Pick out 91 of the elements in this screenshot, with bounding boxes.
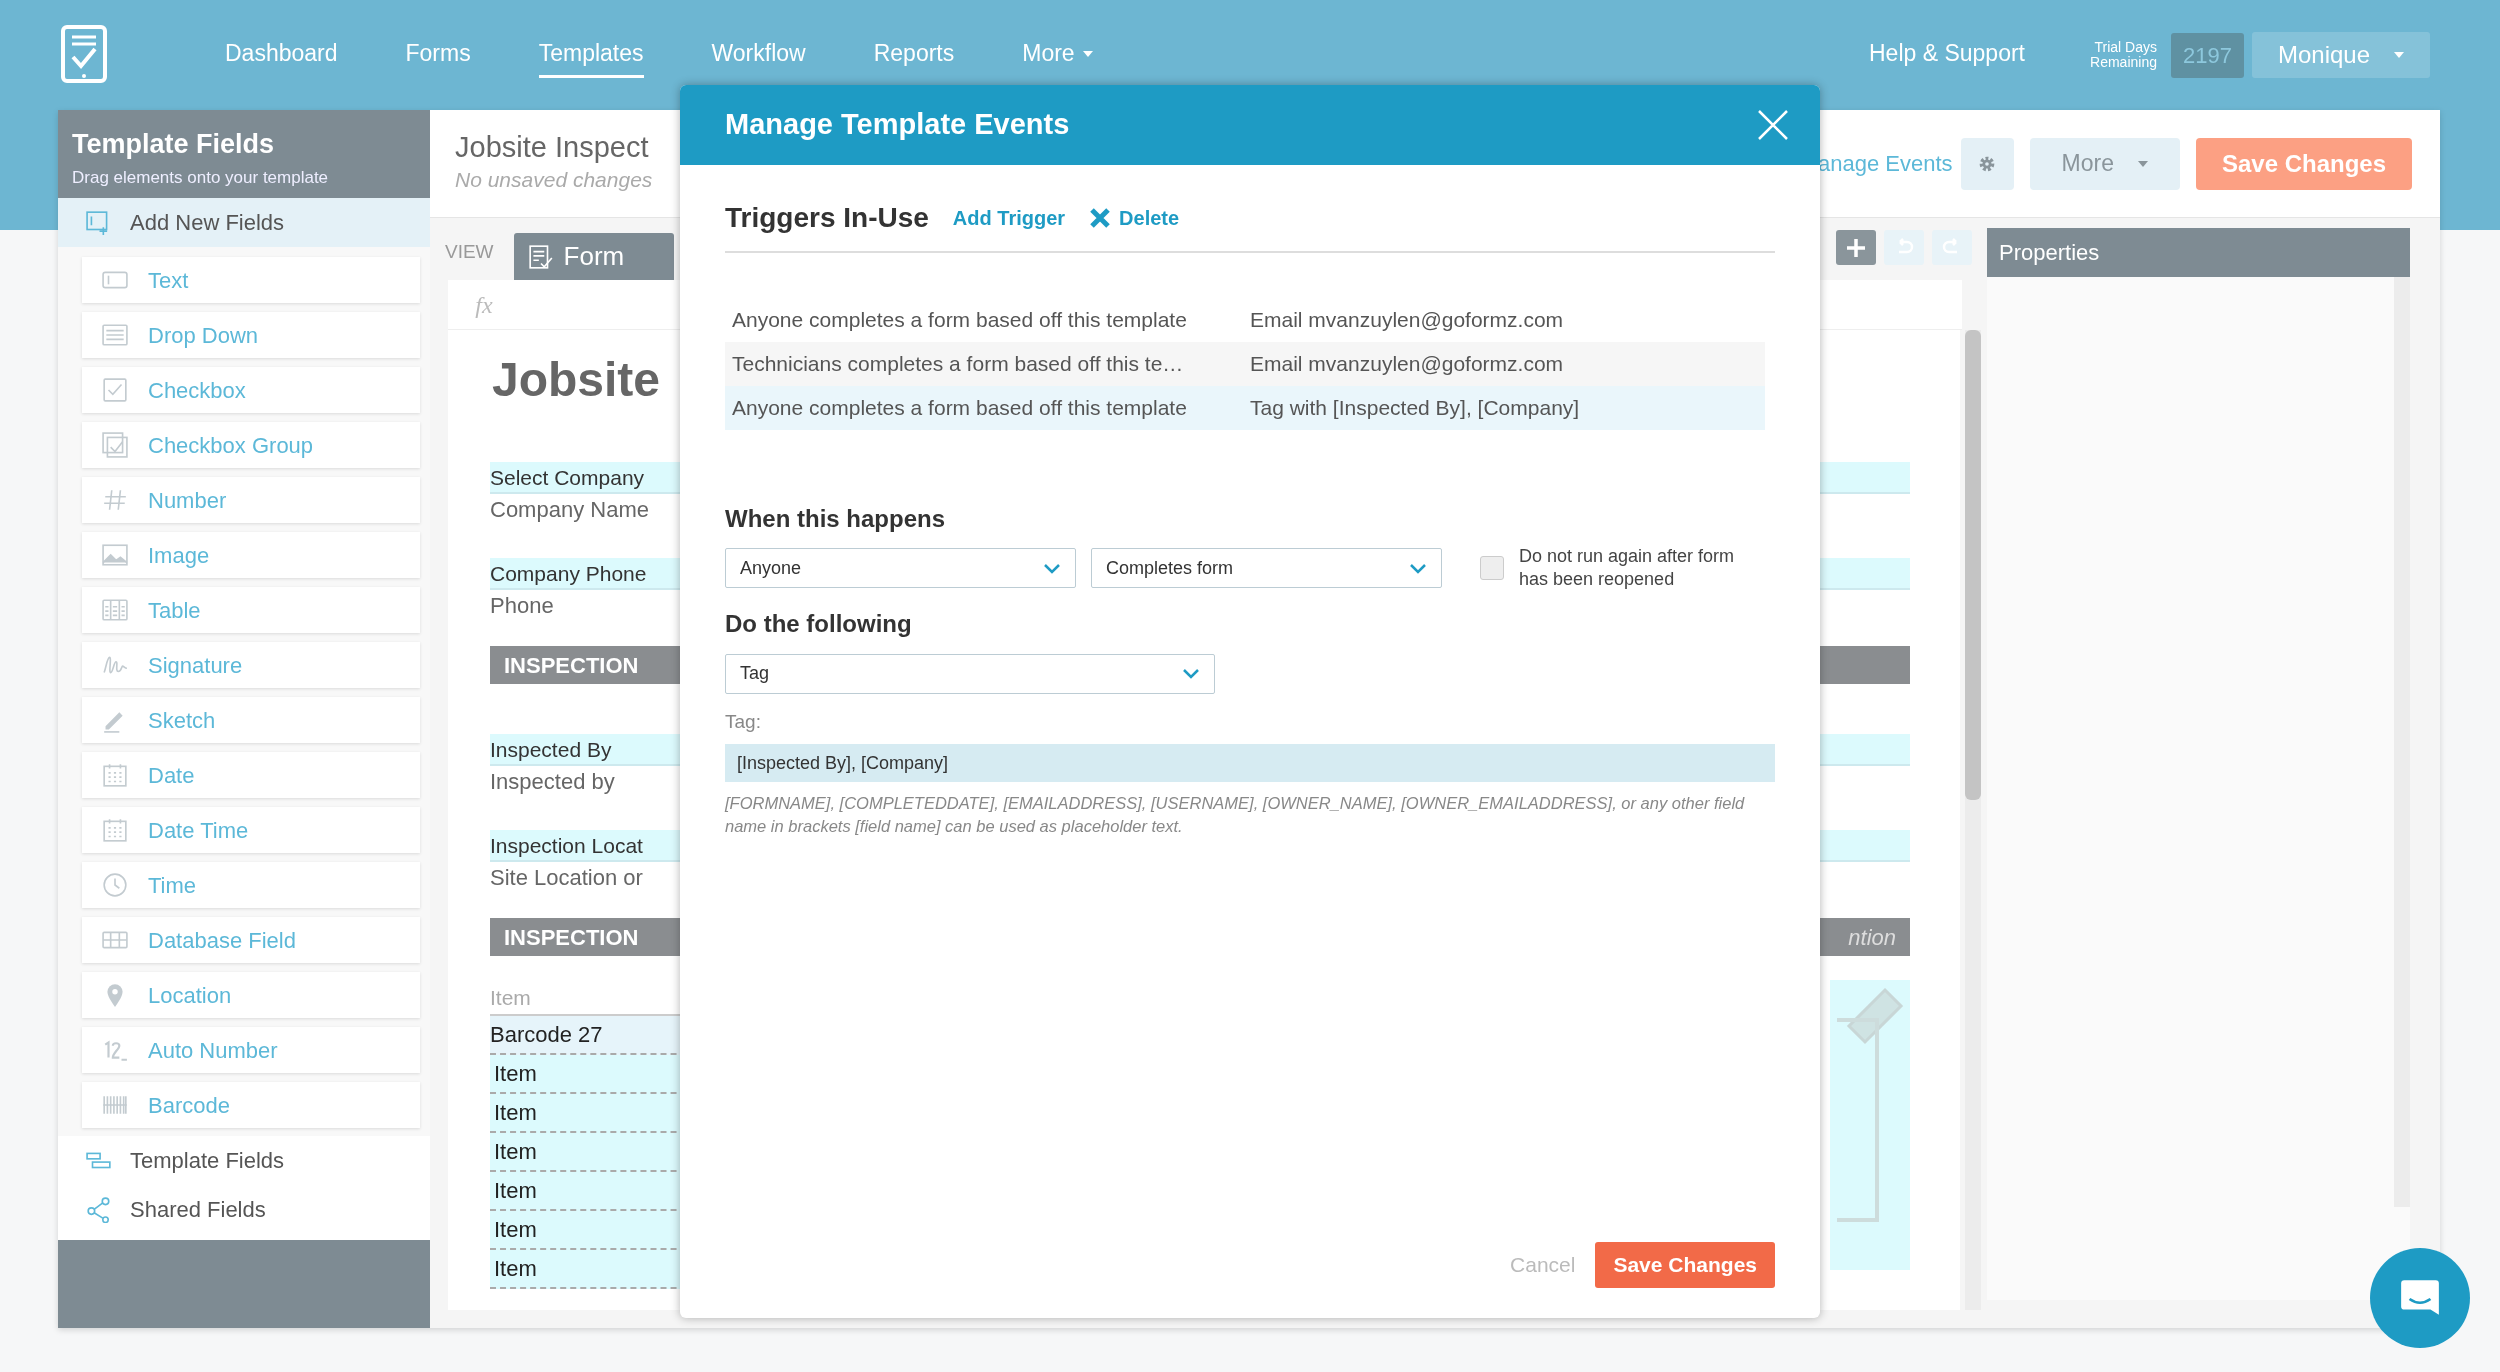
- user-menu-button[interactable]: Monique: [2251, 32, 2430, 78]
- save-status: No unsaved changes: [455, 166, 653, 193]
- section-header[interactable]: Add New Fields: [58, 198, 430, 247]
- trigger-row[interactable]: Anyone completes a form based off this template Email mvanzuylen@goformz.com: [725, 298, 1765, 342]
- help-text: [FORMNAME], [COMPLETEDDATE], [EMAILADDRESS], [USERNAME], [OWNER_NAME], [OWNER_EMAILADDRESS], or any other field name in brackets [field name] can be used as placeholder text.: [725, 793, 1746, 837]
- nav-link[interactable]: Reports: [873, 32, 955, 78]
- trial-label: Trial Days Remaining: [2089, 39, 2157, 71]
- section-title: When this happens: [725, 504, 946, 534]
- field-tile[interactable]: Location: [82, 972, 420, 1018]
- add-trigger-link[interactable]: Add Trigger: [952, 203, 1066, 233]
- dropdown[interactable]: Tag: [725, 653, 1215, 694]
- trigger-condition: Anyone completes a form based off this template: [732, 395, 1188, 422]
- field-tile[interactable]: Sketch: [82, 697, 420, 743]
- hint-text: Site Location or: [490, 865, 643, 890]
- field-tile[interactable]: Number: [82, 477, 420, 523]
- field-tile[interactable]: Date: [82, 752, 420, 798]
- dropdown[interactable]: Anyone: [725, 548, 1076, 589]
- caret-icon: [1082, 50, 1093, 57]
- nav-link[interactable]: Workflow: [711, 32, 806, 78]
- close-icon: [1756, 108, 1790, 142]
- field-tile[interactable]: Auto Number: [82, 1027, 420, 1073]
- more-button[interactable]: More: [2029, 137, 2180, 190]
- section-title: Triggers In-Use: [725, 201, 929, 235]
- trigger-row[interactable]: Technicians completes a form based off this te… Email mvanzuylen@goformz.com: [725, 342, 1765, 386]
- hint-text: Company Name: [490, 497, 649, 522]
- chevron-icon: [1043, 561, 1061, 575]
- checkbox-label: Do not run again after form has been reopened: [1519, 545, 1736, 592]
- properties-header: Properties: [1987, 228, 2410, 277]
- tag-input-field[interactable]: [Inspected By], [Company]: [725, 744, 1775, 783]
- sidebar-title: Template Fields: [71, 128, 276, 161]
- trial-days-badge: 2197: [2171, 32, 2244, 78]
- trigger-action: Email mvanzuylen@goformz.com: [1249, 351, 1564, 378]
- section-note: ntion: [1848, 923, 1896, 952]
- form-heading: Jobsite: [492, 353, 661, 406]
- field-tile[interactable]: Checkbox Group: [82, 422, 420, 468]
- field-tile[interactable]: Date Time: [82, 807, 420, 853]
- field-tile[interactable]: Checkbox: [82, 367, 420, 413]
- field-label: Company Phone: [490, 562, 647, 585]
- trigger-action: Email mvanzuylen@goformz.com: [1249, 307, 1564, 334]
- add-button[interactable]: [1836, 230, 1876, 265]
- sidebar-subtitle: Drag elements onto your template: [71, 166, 330, 189]
- more-menu[interactable]: More: [1022, 32, 1093, 78]
- chevron-icon: [1182, 667, 1200, 681]
- section-title: INSPECTION: [504, 923, 639, 952]
- dropdown[interactable]: Completes form: [1091, 548, 1442, 589]
- chevron-icon: [1409, 561, 1427, 575]
- logo-icon: [60, 25, 108, 85]
- field-label: Select Company: [490, 466, 645, 489]
- caret-icon: [2137, 160, 2148, 167]
- form-view-tab[interactable]: Form: [513, 233, 674, 280]
- field-tile[interactable]: Image: [82, 532, 420, 578]
- field-tile[interactable]: Barcode: [82, 1082, 420, 1128]
- form-icon: [527, 243, 554, 270]
- template-title: Jobsite Inspect: [455, 131, 650, 164]
- field-tile[interactable]: Table: [82, 587, 420, 633]
- checkbox[interactable]: [1480, 556, 1504, 581]
- trigger-action: Tag with [Inspected By], [Company]: [1249, 395, 1580, 422]
- section-title: INSPECTION: [504, 651, 639, 680]
- field-label: Inspected By: [490, 738, 612, 761]
- caret-icon: [2394, 52, 2404, 58]
- scrollbar[interactable]: [2394, 277, 2410, 1207]
- field-tile[interactable]: Signature: [82, 642, 420, 688]
- save-changes-button[interactable]: Save Changes: [1595, 1242, 1775, 1288]
- nav-link[interactable]: Dashboard: [225, 32, 338, 78]
- manage-events-link[interactable]: anage Events: [1817, 147, 1953, 180]
- help-link[interactable]: Help & Support: [1869, 32, 2025, 78]
- view-label: VIEW: [445, 239, 494, 264]
- trigger-row[interactable]: Anyone completes a form based off this template Tag with [Inspected By], [Company]: [725, 386, 1765, 430]
- field-tile[interactable]: Database Field: [82, 917, 420, 963]
- save-changes-button[interactable]: Save Changes: [2195, 137, 2412, 190]
- trigger-condition: Anyone completes a form based off this template: [732, 307, 1188, 334]
- field-tile[interactable]: Drop Down: [82, 312, 420, 358]
- field-tile[interactable]: Time: [82, 862, 420, 908]
- nav-link[interactable]: Forms: [405, 32, 471, 78]
- close-button[interactable]: [1756, 108, 1790, 142]
- cancel-link[interactable]: Cancel: [1510, 1249, 1576, 1281]
- field-tile[interactable]: Text: [82, 257, 420, 303]
- hint-text: Phone: [490, 593, 554, 618]
- field-label: Inspection Locat: [490, 834, 643, 857]
- settings-button[interactable]: [1960, 137, 2014, 190]
- dialog-title: Manage Template Events: [725, 107, 1070, 143]
- field-label: Tag:: [725, 709, 762, 734]
- close-icon: [1089, 207, 1112, 229]
- section-title: Do the following: [725, 608, 913, 639]
- trigger-condition: Technicians completes a form based off this te…: [732, 351, 1185, 378]
- sketch-field[interactable]: [1830, 980, 1910, 1270]
- scroll-thumb[interactable]: [1965, 330, 1981, 800]
- scrollbar[interactable]: [1965, 330, 1981, 1310]
- nav-link[interactable]: Templates: [538, 32, 644, 78]
- delete-link[interactable]: Delete: [1089, 203, 1180, 233]
- hint-text: Inspected by: [490, 769, 615, 794]
